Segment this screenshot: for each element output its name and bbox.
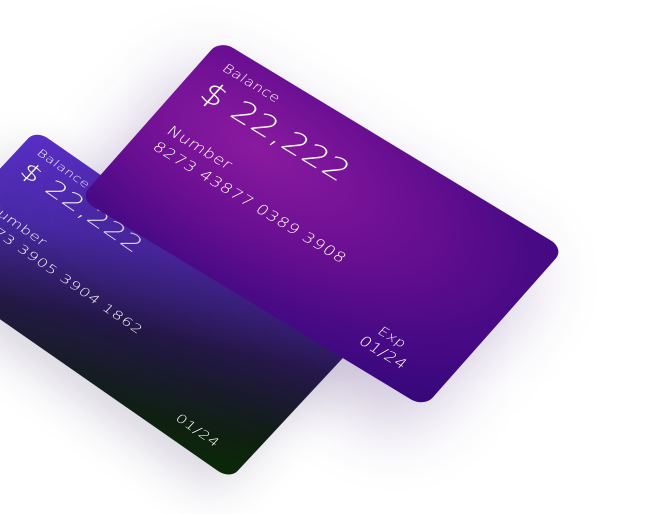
expiry-date: 01/24 xyxy=(172,411,223,451)
card-stack: Balance $ 22,222 Number 4873 3905 3904 1… xyxy=(0,0,652,514)
